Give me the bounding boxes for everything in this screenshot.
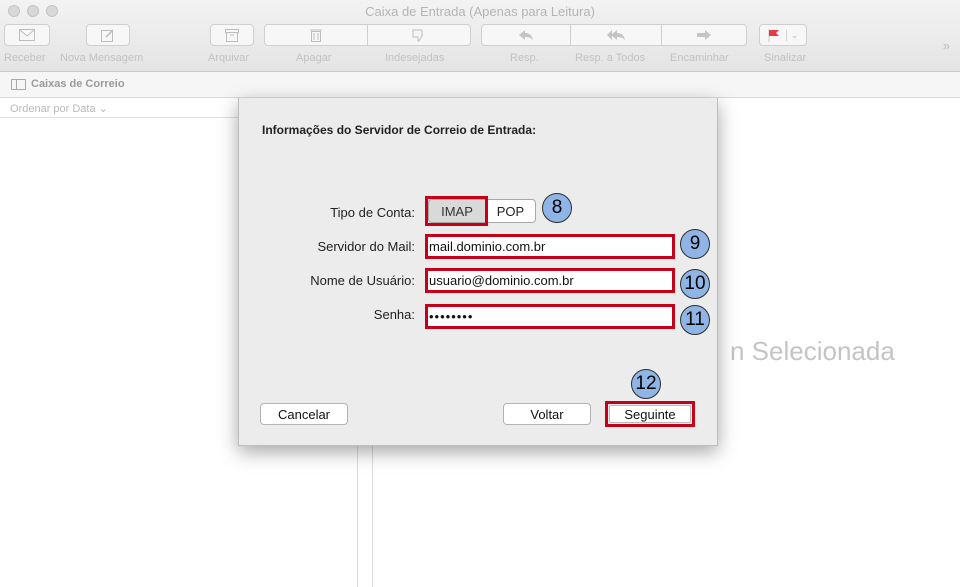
archive-icon — [225, 28, 239, 42]
delete-label: Apagar — [296, 52, 332, 64]
no-message-selected-text: n Selecionada — [730, 336, 895, 366]
step-badge-12: 12 — [631, 369, 661, 399]
window-title: Caixa de Entrada (Apenas para Leitura) — [365, 4, 595, 19]
receive-button[interactable] — [4, 24, 50, 46]
junk-button[interactable] — [367, 24, 471, 46]
sidebar-toggle-icon[interactable] — [11, 79, 26, 90]
delete-button[interactable] — [264, 24, 368, 46]
envelope-icon — [19, 29, 35, 41]
cancel-button[interactable]: Cancelar — [260, 403, 348, 425]
username-label: Nome de Usuário: — [310, 273, 415, 288]
reply-all-icon — [607, 30, 625, 40]
account-type-label: Tipo de Conta: — [330, 205, 415, 220]
mail-server-label: Servidor do Mail: — [317, 239, 415, 254]
highlight-password — [425, 304, 675, 329]
toolbar: Caixa de Entrada (Apenas para Leitura) ⌄ — [0, 0, 960, 72]
reply-label: Resp. — [510, 52, 539, 64]
forward-label: Encaminhar — [670, 52, 729, 64]
receive-label: Receber — [4, 52, 46, 64]
forward-arrow-icon — [697, 30, 711, 40]
trash-icon — [310, 29, 322, 42]
step-badge-10: 10 — [680, 269, 710, 299]
password-label: Senha: — [373, 307, 415, 322]
flag-icon — [768, 28, 779, 42]
sort-by-date-button[interactable]: Ordenar por Data ⌄ — [10, 102, 108, 115]
flag-label: Sinalizar — [764, 52, 807, 64]
new-message-button[interactable] — [86, 24, 130, 46]
chevron-down-icon: ⌄ — [785, 29, 798, 41]
back-button[interactable]: Voltar — [503, 403, 591, 425]
flag-button[interactable]: ⌄ — [759, 24, 807, 46]
pop-option[interactable]: POP — [486, 199, 536, 223]
reply-all-label: Resp. a Todos — [575, 52, 646, 64]
step-badge-11: 11 — [680, 305, 710, 335]
dialog-title: Informações do Servidor de Correio de En… — [262, 123, 537, 137]
reply-all-button[interactable] — [570, 24, 662, 46]
junk-label: Indesejadas — [385, 52, 445, 64]
mailboxes-button[interactable]: Caixas de Correio — [31, 78, 125, 90]
reply-button[interactable] — [481, 24, 571, 46]
new-message-label: Nova Mensagem — [60, 52, 144, 64]
compose-icon — [101, 29, 114, 42]
mailboxes-bar — [0, 72, 960, 98]
reply-icon — [519, 30, 533, 40]
step-badge-8: 8 — [542, 193, 572, 223]
highlight-next — [605, 401, 695, 427]
forward-button[interactable] — [661, 24, 747, 46]
archive-label: Arquivar — [208, 52, 249, 64]
highlight-account-type — [425, 196, 488, 226]
step-badge-9: 9 — [680, 229, 710, 259]
toolbar-overflow-button[interactable]: » — [943, 38, 950, 53]
mail-window: Caixa de Entrada (Apenas para Leitura) ⌄ — [0, 0, 960, 587]
thumbs-down-icon — [412, 29, 423, 41]
archive-button[interactable] — [210, 24, 254, 46]
highlight-username — [425, 268, 675, 293]
highlight-mail-server — [425, 234, 675, 259]
